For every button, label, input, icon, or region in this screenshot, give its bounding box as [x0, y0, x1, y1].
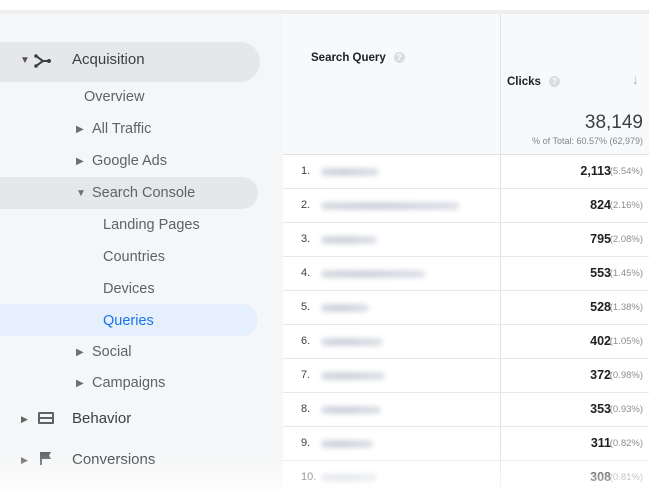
sidebar-item-countries[interactable]: Countries	[103, 249, 165, 265]
row-clicks-percent: (5.54%)	[609, 166, 643, 177]
row-rank: 6.	[301, 335, 311, 347]
table-row[interactable]: 9. 311 (0.82%)	[283, 426, 649, 461]
caret-down-icon[interactable]: ▼	[20, 55, 30, 66]
table-row[interactable]: 5. 528 (1.38%)	[283, 290, 649, 325]
sidebar-item-devices[interactable]: Devices	[103, 281, 155, 297]
row-clicks-percent: (1.05%)	[609, 336, 643, 347]
row-rank: 2.	[301, 199, 311, 211]
redacted-query[interactable]	[321, 168, 379, 176]
row-clicks-percent: (2.16%)	[609, 200, 643, 211]
sidebar-item-social[interactable]: ▶ Social	[76, 344, 132, 360]
sidebar-item-label: Social	[92, 344, 132, 360]
row-clicks: 372	[590, 368, 611, 382]
row-clicks-percent: (0.82%)	[609, 438, 643, 449]
redacted-query[interactable]	[321, 202, 459, 210]
sidebar-item-label: Search Console	[92, 185, 196, 201]
sidebar-item-acquisition-label: Acquisition	[72, 51, 145, 68]
column-header-label: Search Query	[311, 52, 386, 64]
total-clicks-percent: % of Total: 60.57% (62,979)	[532, 136, 643, 146]
caret-down-icon: ▼	[76, 187, 86, 199]
row-clicks: 402	[590, 334, 611, 348]
column-header-clicks[interactable]: Clicks?	[507, 76, 560, 88]
column-header-search-query[interactable]: Search Query?	[311, 52, 405, 64]
row-clicks-percent: (1.45%)	[609, 268, 643, 279]
caret-right-icon[interactable]: ▶	[21, 455, 28, 466]
redacted-query[interactable]	[321, 372, 385, 380]
row-rank: 4.	[301, 267, 311, 279]
caret-right-icon: ▶	[76, 346, 84, 358]
caret-right-icon: ▶	[76, 155, 84, 167]
row-clicks-percent: (1.38%)	[609, 302, 643, 313]
table-row[interactable]: 10. 308 (0.81%)	[283, 460, 649, 494]
row-clicks: 308	[590, 470, 611, 484]
acquisition-icon	[34, 54, 51, 68]
row-clicks: 2,113	[580, 164, 611, 178]
table-row[interactable]: 8. 353 (0.93%)	[283, 392, 649, 427]
help-icon[interactable]: ?	[548, 76, 560, 88]
row-clicks-percent: (0.93%)	[609, 404, 643, 415]
row-clicks: 824	[590, 198, 611, 212]
sidebar-item-overview[interactable]: Overview	[84, 89, 144, 105]
sidebar-item-landing-pages[interactable]: Landing Pages	[103, 217, 200, 233]
redacted-query[interactable]	[321, 270, 425, 278]
row-clicks: 795	[590, 232, 611, 246]
flag-icon	[40, 452, 51, 465]
redacted-query[interactable]	[321, 236, 377, 244]
total-clicks-value: 38,149	[584, 112, 643, 133]
caret-right-icon[interactable]: ▶	[21, 414, 28, 425]
sidebar-item-label: Google Ads	[92, 153, 167, 169]
redacted-query[interactable]	[321, 338, 383, 346]
redacted-query[interactable]	[321, 440, 373, 448]
row-clicks: 553	[590, 266, 611, 280]
row-rank: 1.	[301, 165, 311, 177]
help-icon[interactable]: ?	[393, 52, 405, 64]
row-rank: 9.	[301, 437, 311, 449]
report-table: Search Query? Clicks? ↓ 38,149 % of Tota…	[283, 14, 649, 490]
sidebar-item-all-traffic[interactable]: ▶ All Traffic	[76, 121, 151, 137]
row-rank: 7.	[301, 369, 311, 381]
column-header-label: Clicks	[507, 76, 541, 88]
row-clicks-percent: (0.81%)	[609, 472, 643, 483]
table-row[interactable]: 2. 824 (2.16%)	[283, 188, 649, 223]
sort-arrow-down-icon[interactable]: ↓	[632, 72, 639, 87]
sidebar-item-google-ads[interactable]: ▶ Google Ads	[76, 153, 167, 169]
row-rank: 8.	[301, 403, 311, 415]
row-clicks: 528	[590, 300, 611, 314]
caret-right-icon: ▶	[76, 377, 84, 389]
redacted-query[interactable]	[321, 406, 381, 414]
row-rank: 10.	[301, 471, 317, 483]
sidebar-item-campaigns[interactable]: ▶ Campaigns	[76, 375, 165, 391]
table-row[interactable]: 7. 372 (0.98%)	[283, 358, 649, 393]
sidebar-item-conversions[interactable]: Conversions	[72, 451, 155, 468]
sidebar-item-search-console[interactable]: ▼ Search Console	[76, 185, 195, 201]
sidebar-item-queries[interactable]: Queries	[103, 313, 154, 329]
row-clicks-percent: (0.98%)	[609, 370, 643, 381]
redacted-query[interactable]	[321, 474, 377, 482]
table-row[interactable]: 6. 402 (1.05%)	[283, 324, 649, 359]
table-row[interactable]: 3. 795 (2.08%)	[283, 222, 649, 257]
row-rank: 3.	[301, 233, 311, 245]
redacted-query[interactable]	[321, 304, 369, 312]
row-clicks: 353	[590, 402, 611, 416]
row-clicks: 311	[590, 436, 611, 450]
caret-right-icon: ▶	[76, 123, 84, 135]
totals-row: 38,149 % of Total: 60.57% (62,979)	[283, 100, 649, 155]
row-clicks-percent: (2.08%)	[609, 234, 643, 245]
sidebar-item-label: All Traffic	[92, 121, 152, 137]
row-rank: 5.	[301, 301, 311, 313]
behavior-icon	[38, 412, 54, 424]
table-row[interactable]: 1. 2,113 (5.54%)	[283, 154, 649, 189]
sidebar-item-label: Campaigns	[92, 375, 166, 391]
table-row[interactable]: 4. 553 (1.45%)	[283, 256, 649, 291]
sidebar-item-behavior[interactable]: Behavior	[72, 410, 131, 427]
